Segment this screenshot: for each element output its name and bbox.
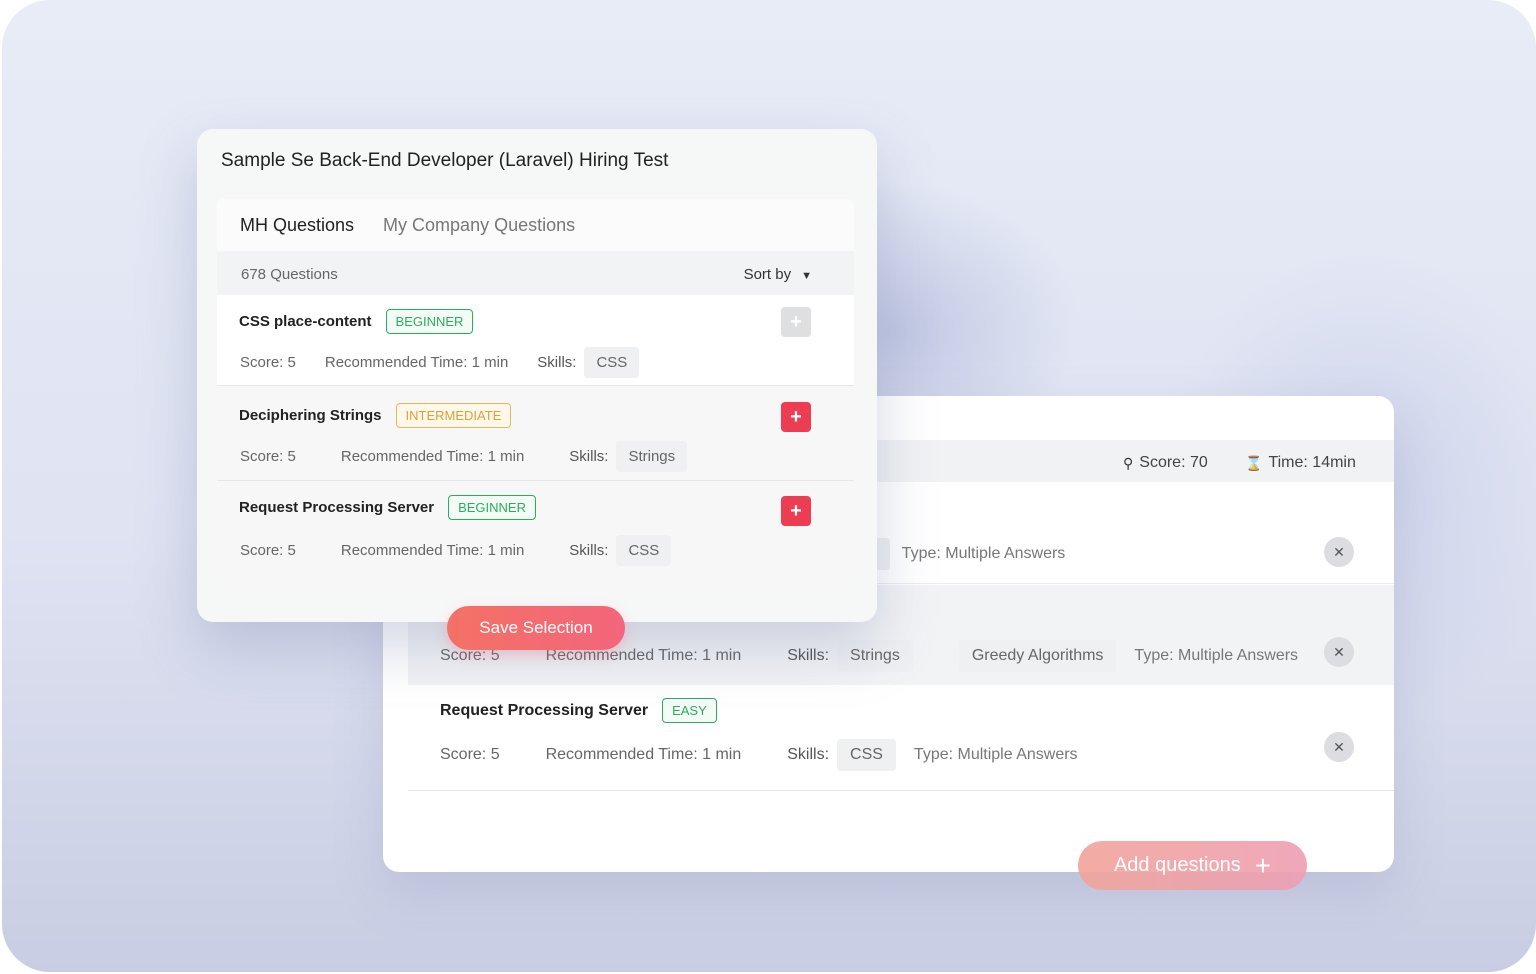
plus-icon: + (1254, 849, 1272, 881)
skill-chip: CSS (837, 739, 896, 771)
sort-by-dropdown[interactable]: Sort by ▼ (744, 266, 812, 283)
skill-chip: CSS (584, 347, 640, 378)
remove-question-button[interactable]: ✕ (1324, 537, 1354, 567)
question-meta: Score: 5 Recommended Time: 1 min Skills:… (240, 535, 700, 566)
add-question-button[interactable]: + (781, 402, 811, 432)
summary-time-text: Time: 14min (1268, 454, 1356, 471)
question-meta: Score: 5 Recommended Time: 1 min Skills:… (240, 441, 716, 472)
question-meta: Score: 5 Recommended Time: 1 min Skills:… (440, 739, 1124, 771)
question-title-text: CSS place-content (239, 313, 372, 330)
question-type: Type: Multiple Answers (901, 545, 1066, 562)
sort-by-label: Sort by (743, 266, 792, 283)
question-title-text: Request Processing Server (440, 701, 649, 719)
question-source-tabs: MH Questions My Company Questions (217, 199, 854, 251)
skills-label: Skills: (537, 354, 577, 371)
summary-score-text: Score: 70 (1139, 454, 1208, 471)
hourglass-icon: ⌛ (1245, 454, 1263, 471)
level-badge: EASY (662, 698, 717, 723)
question-time: Recommended Time: 1 min (324, 354, 509, 371)
question-title: Request Processing Server EASY (440, 698, 717, 723)
level-badge: INTERMEDIATE (395, 403, 512, 428)
remove-question-button[interactable]: ✕ (1324, 732, 1354, 762)
question-type: Type: Multiple Answers (913, 746, 1078, 763)
tab-mh-questions[interactable]: MH Questions (240, 215, 354, 236)
skills-label: Skills: (569, 542, 609, 559)
pin-icon: ⚲ (1123, 454, 1134, 471)
canvas-background: ⚲ Score: 70 ⌛ Time: 14min S Type: Multip… (2, 0, 1536, 972)
skill-chip: CSS (616, 535, 672, 566)
question-title: CSS place-content BEGINNER (239, 309, 474, 334)
question-title: Request Processing Server BEGINNER (239, 495, 536, 520)
skill-chip: Strings (837, 640, 913, 672)
question-picker-panel: Sample Se Back-End Developer (Laravel) H… (197, 129, 877, 622)
question-count: 678 Questions (241, 266, 338, 283)
summary-score: ⚲ Score: 70 (1123, 454, 1208, 472)
level-badge: BEGINNER (448, 495, 536, 520)
question-score: Score: 5 (440, 746, 500, 763)
question-score: Score: 5 (240, 354, 296, 371)
tab-my-company-questions[interactable]: My Company Questions (383, 215, 575, 236)
question-type: Type: Multiple Answers (1134, 647, 1299, 664)
add-questions-button[interactable]: Add questions + (1078, 841, 1307, 890)
skills-label: Skills: (787, 647, 830, 664)
summary-time: ⌛ Time: 14min (1245, 454, 1356, 472)
question-row: CSS place-content BEGINNER Score: 5 Reco… (217, 295, 854, 386)
skill-chip: Strings (616, 441, 688, 472)
question-meta: S Type: Multiple Answers (853, 538, 1111, 570)
question-title-text: Deciphering Strings (239, 407, 382, 424)
save-selection-button[interactable]: Save Selection (447, 606, 625, 650)
question-score: Score: 5 (240, 448, 296, 465)
question-row: Deciphering Strings INTERMEDIATE Score: … (217, 387, 854, 481)
question-title-text: Request Processing Server (239, 499, 435, 516)
remove-question-button[interactable]: ✕ (1324, 637, 1354, 667)
question-time: Recommended Time: 1 min (340, 448, 525, 465)
question-title: Deciphering Strings INTERMEDIATE (239, 403, 512, 428)
list-header: 678 Questions Sort by ▼ (217, 251, 854, 295)
skills-label: Skills: (787, 746, 830, 763)
caret-down-icon: ▼ (801, 270, 812, 282)
skills-label: Skills: (569, 448, 609, 465)
add-question-button[interactable]: + (781, 496, 811, 526)
question-time: Recommended Time: 1 min (545, 746, 742, 763)
selected-question-row: Request Processing Server EASY Score: 5 … (408, 686, 1394, 791)
level-badge: BEGINNER (385, 309, 474, 334)
skill-chip: Greedy Algorithms (958, 640, 1117, 672)
question-row: Request Processing Server BEGINNER Score… (217, 482, 854, 580)
question-score: Score: 5 (240, 542, 296, 559)
add-question-button[interactable]: + (781, 307, 811, 337)
question-meta: Score: 5 Recommended Time: 1 min Skills:… (240, 347, 668, 378)
question-time: Recommended Time: 1 min (340, 542, 525, 559)
add-questions-label: Add questions (1113, 854, 1241, 876)
test-title: Sample Se Back-End Developer (Laravel) H… (221, 150, 669, 171)
